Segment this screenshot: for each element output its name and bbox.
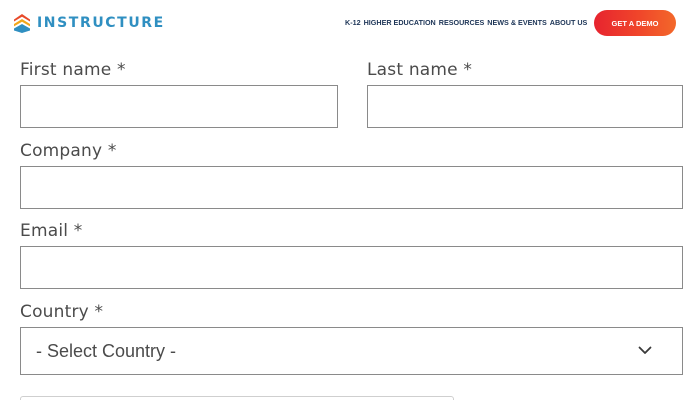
- nav-item-about-us[interactable]: ABOUT US: [550, 18, 588, 27]
- instructure-logo[interactable]: INSTRUCTURE: [14, 13, 165, 33]
- country-select-value: - Select Country -: [36, 341, 177, 361]
- next-form-field[interactable]: [20, 396, 454, 400]
- nav-item-news-events[interactable]: NEWS & EVENTS: [487, 18, 547, 27]
- email-label: Email *: [20, 221, 83, 241]
- chevron-down-icon: [638, 346, 652, 354]
- instructure-chevrons-icon: [14, 13, 30, 33]
- nav-item-resources[interactable]: RESOURCES: [439, 18, 485, 27]
- main-nav: K-12 HIGHER EDUCATION RESOURCES NEWS & E…: [345, 18, 590, 27]
- nav-item-k12[interactable]: K-12: [345, 18, 361, 27]
- email-input[interactable]: [20, 246, 683, 289]
- last-name-input[interactable]: [367, 85, 683, 128]
- company-input[interactable]: [20, 166, 683, 209]
- country-label: Country *: [20, 302, 104, 322]
- page: INSTRUCTURE K-12 HIGHER EDUCATION RESOUR…: [0, 0, 700, 400]
- logo-text: INSTRUCTURE: [37, 15, 165, 31]
- last-name-label: Last name *: [367, 60, 473, 80]
- first-name-label: First name *: [20, 60, 126, 80]
- country-select[interactable]: - Select Country -: [20, 327, 683, 375]
- nav-item-higher-education[interactable]: HIGHER EDUCATION: [364, 18, 436, 27]
- site-header: INSTRUCTURE K-12 HIGHER EDUCATION RESOUR…: [0, 0, 700, 46]
- get-a-demo-button[interactable]: GET A DEMO: [594, 10, 676, 36]
- first-name-input[interactable]: [20, 85, 338, 128]
- company-label: Company *: [20, 141, 117, 161]
